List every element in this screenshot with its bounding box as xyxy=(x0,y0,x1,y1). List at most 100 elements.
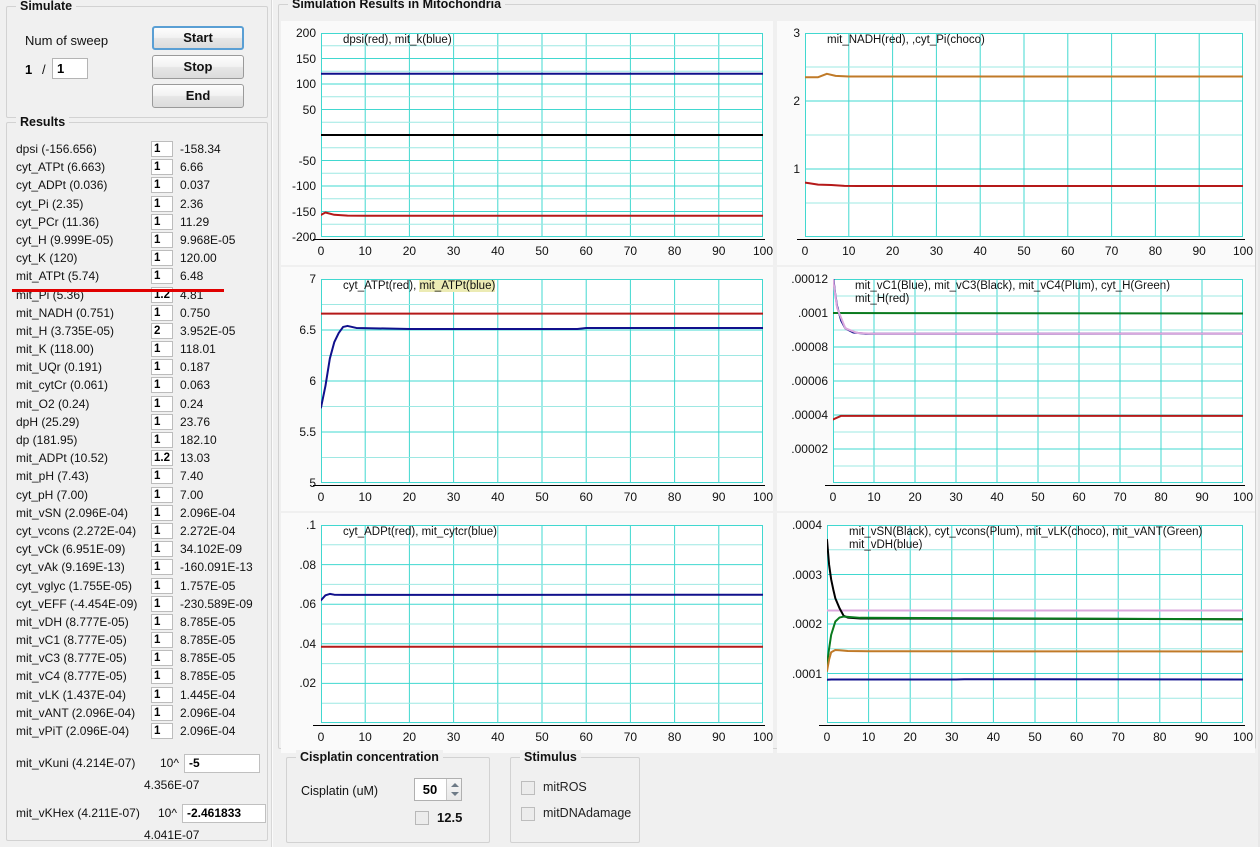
cisplatin-value[interactable]: 50 xyxy=(415,779,445,800)
result-factor-input[interactable]: 1 xyxy=(151,395,173,412)
result-factor-input[interactable]: 1 xyxy=(151,522,173,539)
result-factor-input[interactable]: 1 xyxy=(151,595,173,612)
result-factor-input[interactable]: 1 xyxy=(151,268,173,285)
x-axis-line xyxy=(819,725,1245,726)
result-factor-input[interactable]: 1 xyxy=(151,413,173,430)
result-value: 118.01 xyxy=(180,342,216,357)
result-factor-input[interactable]: 1 xyxy=(151,341,173,358)
x-tick-label: 40 xyxy=(491,490,505,504)
result-factor-input[interactable]: 1 xyxy=(151,613,173,630)
result-row: cyt_vCk (6.951E-09) 1 34.102E-09 xyxy=(8,541,267,559)
x-tick-label: 70 xyxy=(1113,490,1127,504)
result-factor-input[interactable]: 1 xyxy=(151,177,173,194)
result-variable-name: mit_vC3 (8.777E-05) xyxy=(16,651,127,666)
result-factor-input[interactable]: 2 xyxy=(151,322,173,339)
cisplatin-stepper[interactable]: 50 xyxy=(414,778,462,801)
stimulus-checkbox[interactable] xyxy=(521,781,535,795)
chevron-up-icon[interactable] xyxy=(451,783,459,787)
cisplatin-half-checkbox[interactable] xyxy=(415,811,429,825)
chart-panel[interactable]: cyt_ADPt(red), mit_cytcr(blue) .02 .04 .06.… xyxy=(281,513,773,753)
result-factor-input[interactable]: 1 xyxy=(151,377,173,394)
cisplatin-spin-buttons[interactable] xyxy=(446,779,461,800)
y-tick-label: 100 xyxy=(295,77,316,91)
result-factor-input[interactable]: 1 xyxy=(151,486,173,503)
result-value: 8.785E-05 xyxy=(180,614,236,629)
result-factor-input[interactable]: 1 xyxy=(151,231,173,248)
results-list[interactable]: dpsi (-156.656) 1 -158.34 cyt_ATPt (6.663) 1… xyxy=(8,141,267,839)
x-tick-label: 90 xyxy=(1194,730,1209,744)
stimulus-checkbox[interactable] xyxy=(521,807,535,821)
result-factor-input[interactable]: 1 xyxy=(151,650,173,667)
result-factor-input[interactable]: 1 xyxy=(151,559,173,576)
chart-panel[interactable]: mit_vC1(Blue), mit_vC3(Black), mit_vC4(P… xyxy=(777,267,1255,511)
y-tick-label: 3 xyxy=(793,26,800,40)
x-tick-label: 0 xyxy=(317,490,325,504)
x-tick-label: 100 xyxy=(1232,730,1254,744)
y-tick-label: 6.5 xyxy=(299,323,316,337)
exponent-input[interactable]: -5 xyxy=(184,753,260,773)
x-tick-label: 80 xyxy=(1154,490,1168,504)
result-factor-input[interactable]: 1 xyxy=(151,213,173,230)
result-row: cyt_ATPt (6.663) 1 6.66 xyxy=(8,159,267,177)
y-tick-label: 50 xyxy=(302,102,316,117)
result-variable-name: mit_vSN (2.096E-04) xyxy=(16,505,129,520)
cisplatin-panel-title: Cisplatin concentration xyxy=(296,750,443,764)
result-value: 0.037 xyxy=(180,178,211,193)
x-tick-label: 20 xyxy=(402,244,417,258)
result-factor-input[interactable]: 1 xyxy=(151,250,173,267)
x-tick-label: 50 xyxy=(535,490,549,504)
result-factor-input[interactable]: 1 xyxy=(151,577,173,594)
end-button[interactable]: End xyxy=(152,84,244,108)
result-value: -230.589E-09 xyxy=(180,596,253,611)
simulation-results-panel: Simulation Results in Mitochondria dpsi(… xyxy=(278,0,1256,753)
results-panel: Results dpsi (-156.656) 1 -158.34 cyt_ATPt … xyxy=(6,115,268,841)
x-tick-label: 0 xyxy=(317,730,325,744)
x-tick-label: 10 xyxy=(358,490,372,504)
x-tick-label: 0 xyxy=(823,730,831,744)
y-tick-label: .00008 xyxy=(791,340,828,354)
y-tick-label: .0004 xyxy=(791,518,822,532)
result-value: 1.445E-04 xyxy=(180,687,236,702)
start-button[interactable]: Start xyxy=(152,26,244,50)
x-tick-label: 40 xyxy=(973,244,987,258)
result-factor-input[interactable]: 1 xyxy=(151,504,173,521)
result-factor-input[interactable]: 1 xyxy=(151,686,173,703)
result-factor-input[interactable]: 1 xyxy=(151,304,173,321)
chart-panel[interactable]: cyt_ATPt(red), mit_ATPt(blue) 5 5.5 6 6.5 7 0 1… xyxy=(281,267,773,511)
plot-canvas xyxy=(833,279,1243,483)
plot-title: mit_vC1(Blue), mit_vC3(Black), mit_vC4(P… xyxy=(855,280,1171,305)
result-variable-name: mit_vC1 (8.777E-05) xyxy=(16,633,127,648)
result-factor-input[interactable]: 1 xyxy=(151,632,173,649)
result-row: cyt_vAk (9.169E-13) 1 -160.091E-13 xyxy=(8,559,267,577)
stop-button[interactable]: Stop xyxy=(152,55,244,79)
chevron-down-icon[interactable] xyxy=(451,792,459,796)
result-factor-input[interactable]: 1 xyxy=(151,141,173,157)
chart-panel[interactable]: mit_NADH(red), ,cyt_Pi(choco) 1 2 3 0 10 20 30 4… xyxy=(777,21,1255,265)
result-factor-input[interactable]: 1 xyxy=(151,468,173,485)
result-factor-input[interactable]: 1 xyxy=(151,723,173,739)
y-tick-label: .00012 xyxy=(791,272,828,286)
result-factor-input[interactable]: 1 xyxy=(151,432,173,448)
result-factor-input[interactable]: 1.2 xyxy=(151,450,173,467)
result-factor-input[interactable]: 1 xyxy=(151,359,173,376)
chart-panel[interactable]: mit_vSN(Black), cyt_vcons(Plum), mit_vLK… xyxy=(777,513,1255,753)
result-value: 0.063 xyxy=(180,378,211,393)
result-factor-input[interactable]: 1 xyxy=(151,541,173,558)
exponent-input[interactable]: -2.461833 xyxy=(182,803,266,823)
x-tick-label: 20 xyxy=(402,730,417,744)
result-variable-name: cyt_Pi (2.35) xyxy=(16,196,84,211)
result-row: cyt_Pi (2.35) 1 2.36 xyxy=(8,195,267,214)
result-variable-name: dp (181.95) xyxy=(16,433,78,447)
chart-panel[interactable]: dpsi(red), mit_k(blue) -200 -150 -100 -50 50 1… xyxy=(281,21,773,265)
result-row: cyt_H (9.999E-05) 1 9.968E-05 xyxy=(8,231,267,250)
result-factor-input[interactable]: 1 xyxy=(151,668,173,685)
y-tick-label: .00006 xyxy=(791,374,828,388)
y-tick-label: .00002 xyxy=(791,442,828,456)
plot-title: cyt_ADPt(red), mit_cytcr(blue) xyxy=(343,526,498,538)
result-factor-input[interactable]: 1 xyxy=(151,159,173,176)
sweep-total-input[interactable]: 1 xyxy=(52,58,88,79)
result-row: mit_UQr (0.191) 1 0.187 xyxy=(8,359,267,377)
left-panel: Simulate Num of sweep 1 / 1 Start Stop E… xyxy=(0,0,271,847)
result-factor-input[interactable]: 1 xyxy=(151,704,173,721)
result-factor-input[interactable]: 1 xyxy=(151,195,173,212)
